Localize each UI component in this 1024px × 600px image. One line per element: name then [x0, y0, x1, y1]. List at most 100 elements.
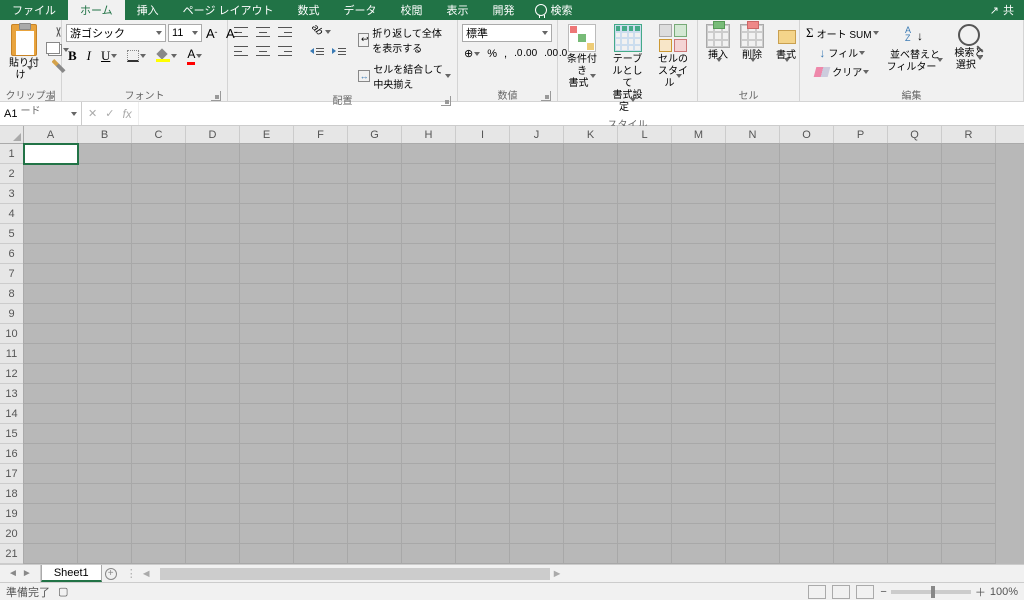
cell[interactable]	[78, 464, 132, 484]
cell[interactable]	[834, 204, 888, 224]
format-cells-button[interactable]: 書式	[770, 22, 802, 76]
cell[interactable]	[780, 484, 834, 504]
cell[interactable]	[24, 424, 78, 444]
cell[interactable]	[24, 144, 78, 164]
row-header[interactable]: 2	[0, 164, 23, 184]
cell[interactable]	[132, 384, 186, 404]
dialog-launcher-icon[interactable]	[541, 91, 551, 101]
cell[interactable]	[132, 184, 186, 204]
cell[interactable]	[888, 364, 942, 384]
cell[interactable]	[888, 504, 942, 524]
cell[interactable]	[240, 304, 294, 324]
cell[interactable]	[240, 324, 294, 344]
cell[interactable]	[294, 544, 348, 564]
cell[interactable]	[672, 404, 726, 424]
tab-review[interactable]: 校閲	[389, 0, 435, 20]
cell[interactable]	[456, 524, 510, 544]
cell[interactable]	[834, 524, 888, 544]
cell[interactable]	[942, 184, 996, 204]
cell[interactable]	[186, 164, 240, 184]
cell[interactable]	[402, 504, 456, 524]
cell[interactable]	[402, 324, 456, 344]
cell[interactable]	[780, 204, 834, 224]
cell[interactable]	[942, 244, 996, 264]
percent-button[interactable]: %	[485, 47, 499, 61]
cell[interactable]	[510, 184, 564, 204]
cell[interactable]	[834, 444, 888, 464]
cell[interactable]	[726, 544, 780, 564]
cell[interactable]	[834, 144, 888, 164]
cell[interactable]	[888, 484, 942, 504]
cell[interactable]	[78, 304, 132, 324]
tab-data[interactable]: データ	[332, 0, 389, 20]
cell[interactable]	[780, 284, 834, 304]
cell[interactable]	[24, 244, 78, 264]
align-left-button[interactable]	[232, 45, 250, 57]
cell[interactable]	[888, 544, 942, 564]
cell[interactable]	[942, 444, 996, 464]
cell[interactable]	[510, 264, 564, 284]
delete-cells-button[interactable]: 削除	[736, 22, 768, 76]
column-header[interactable]: G	[348, 126, 402, 143]
cell[interactable]	[402, 444, 456, 464]
cell[interactable]	[564, 284, 618, 304]
cell[interactable]	[294, 284, 348, 304]
sheet-nav[interactable]: ◄►	[0, 565, 41, 582]
clear-button[interactable]: クリア	[804, 63, 881, 80]
tab-page-layout[interactable]: ページ レイアウト	[171, 0, 286, 20]
cell[interactable]	[834, 504, 888, 524]
cell[interactable]	[834, 164, 888, 184]
cell[interactable]	[24, 464, 78, 484]
cell[interactable]	[834, 544, 888, 564]
cell[interactable]	[888, 304, 942, 324]
cell[interactable]	[726, 204, 780, 224]
cell[interactable]	[942, 384, 996, 404]
cell[interactable]	[834, 424, 888, 444]
cell[interactable]	[240, 444, 294, 464]
row-header[interactable]: 11	[0, 344, 23, 364]
cell[interactable]	[24, 404, 78, 424]
row-header[interactable]: 14	[0, 404, 23, 424]
cell[interactable]	[942, 144, 996, 164]
cell[interactable]	[456, 244, 510, 264]
cell[interactable]	[780, 344, 834, 364]
cell[interactable]	[564, 444, 618, 464]
cell[interactable]	[78, 284, 132, 304]
cell[interactable]	[888, 244, 942, 264]
cell[interactable]	[726, 144, 780, 164]
cell[interactable]	[618, 444, 672, 464]
cell-styles-button[interactable]: セルの スタイル	[653, 22, 693, 92]
row-header[interactable]: 4	[0, 204, 23, 224]
cell[interactable]	[186, 264, 240, 284]
cell[interactable]	[294, 184, 348, 204]
cell[interactable]	[510, 544, 564, 564]
cell[interactable]	[834, 364, 888, 384]
cell[interactable]	[456, 484, 510, 504]
cell[interactable]	[294, 164, 348, 184]
column-header[interactable]: H	[402, 126, 456, 143]
cell[interactable]	[564, 524, 618, 544]
cell[interactable]	[294, 504, 348, 524]
cell[interactable]	[834, 324, 888, 344]
cell[interactable]	[510, 244, 564, 264]
cell[interactable]	[402, 244, 456, 264]
cell[interactable]	[780, 424, 834, 444]
cell[interactable]	[456, 264, 510, 284]
cell[interactable]	[240, 264, 294, 284]
cell[interactable]	[834, 344, 888, 364]
cell[interactable]	[672, 264, 726, 284]
sheet-tab[interactable]: Sheet1	[41, 565, 102, 582]
cell[interactable]	[78, 164, 132, 184]
cell[interactable]	[402, 524, 456, 544]
cell[interactable]	[240, 484, 294, 504]
cell[interactable]	[834, 404, 888, 424]
cell[interactable]	[942, 544, 996, 564]
cell[interactable]	[780, 304, 834, 324]
cell[interactable]	[726, 444, 780, 464]
dialog-launcher-icon[interactable]	[441, 96, 451, 106]
cell[interactable]	[564, 344, 618, 364]
cell[interactable]	[294, 344, 348, 364]
cell[interactable]	[942, 504, 996, 524]
cell[interactable]	[942, 484, 996, 504]
cell[interactable]	[456, 424, 510, 444]
